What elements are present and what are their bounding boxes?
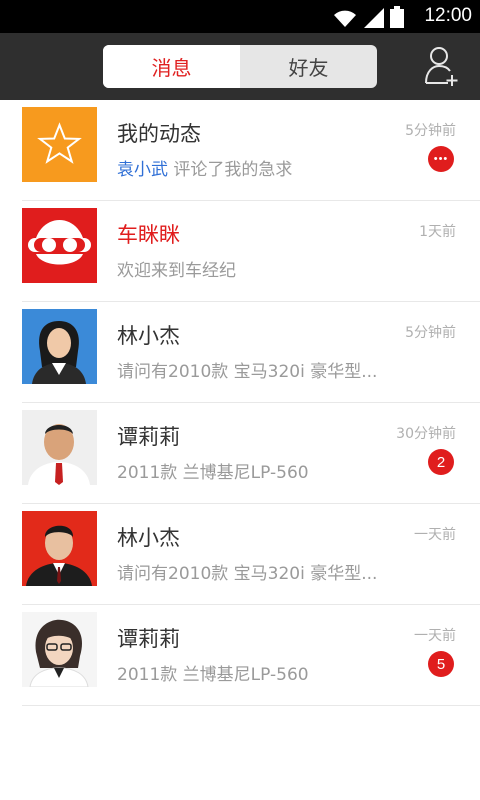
message-time: 5分钟前 bbox=[405, 123, 456, 139]
contact-name: 车眯眯 bbox=[117, 223, 180, 247]
message-list: 我的动态 袁小武 评论了我的急求 5分钟前 ••• 车眯眯 欢迎来到车经纪 1天… bbox=[0, 100, 480, 706]
contact-name: 林小杰 bbox=[117, 526, 180, 550]
status-icons bbox=[332, 6, 404, 28]
message-preview: 袁小武 评论了我的急求 bbox=[117, 155, 292, 180]
top-nav: 消息 好友 bbox=[0, 33, 480, 100]
tab-friends[interactable]: 好友 bbox=[240, 45, 377, 88]
list-item[interactable]: 林小杰 请问有2010款 宝马320i 豪华型... 一天前 bbox=[22, 504, 480, 605]
wifi-icon bbox=[334, 10, 356, 27]
person-illustration bbox=[29, 619, 89, 687]
message-preview: 2011款 兰博基尼LP-560 bbox=[117, 665, 309, 685]
star-avatar bbox=[22, 107, 97, 182]
message-preview: 2011款 兰博基尼LP-560 bbox=[117, 463, 309, 483]
list-item[interactable]: 谭莉莉 2011款 兰博基尼LP-560 一天前 5 bbox=[22, 605, 480, 706]
person-photo bbox=[28, 424, 90, 485]
signal-icon bbox=[364, 8, 384, 28]
contact-name: 林小杰 bbox=[117, 324, 180, 348]
person-avatar-2 bbox=[22, 410, 97, 485]
tab-messages[interactable]: 消息 bbox=[103, 45, 240, 88]
message-time: 5分钟前 bbox=[405, 325, 456, 341]
list-item[interactable]: 谭莉莉 2011款 兰博基尼LP-560 30分钟前 2 bbox=[22, 403, 480, 504]
battery-icon bbox=[390, 6, 404, 28]
list-item[interactable]: 车眯眯 欢迎来到车经纪 1天前 bbox=[22, 201, 480, 302]
person-avatar-1 bbox=[22, 309, 97, 384]
unread-badge: 5 bbox=[428, 651, 454, 677]
star-icon bbox=[37, 122, 82, 164]
message-preview: 请问有2010款 宝马320i 豪华型... bbox=[117, 564, 378, 584]
message-time: 一天前 bbox=[414, 527, 456, 543]
more-badge: ••• bbox=[428, 146, 454, 172]
car-logo-icon bbox=[28, 220, 91, 265]
message-time: 1天前 bbox=[419, 224, 456, 240]
contact-name: 谭莉莉 bbox=[117, 425, 180, 449]
contact-name: 谭莉莉 bbox=[117, 627, 180, 651]
list-item[interactable]: 我的动态 袁小武 评论了我的急求 5分钟前 ••• bbox=[22, 100, 480, 201]
message-preview: 请问有2010款 宝马320i 豪华型... bbox=[117, 362, 378, 382]
unread-badge: 2 bbox=[428, 449, 454, 475]
car-logo-avatar bbox=[22, 208, 97, 283]
commenter-name[interactable]: 袁小武 bbox=[117, 160, 168, 180]
person-avatar-3 bbox=[22, 511, 97, 586]
message-preview: 欢迎来到车经纪 bbox=[117, 261, 236, 281]
person-photo bbox=[26, 525, 92, 586]
add-user-icon[interactable] bbox=[424, 45, 458, 87]
message-time: 一天前 bbox=[414, 628, 456, 644]
contact-name: 我的动态 bbox=[117, 122, 201, 146]
status-bar: 12:00 bbox=[0, 0, 480, 33]
person-photo bbox=[32, 321, 86, 384]
person-avatar-4 bbox=[22, 612, 97, 687]
preview-text: 评论了我的急求 bbox=[168, 160, 293, 180]
status-time: 12:00 bbox=[424, 5, 472, 26]
message-time: 30分钟前 bbox=[396, 426, 456, 442]
tab-switcher: 消息 好友 bbox=[103, 45, 377, 88]
list-item[interactable]: 林小杰 请问有2010款 宝马320i 豪华型... 5分钟前 bbox=[22, 302, 480, 403]
